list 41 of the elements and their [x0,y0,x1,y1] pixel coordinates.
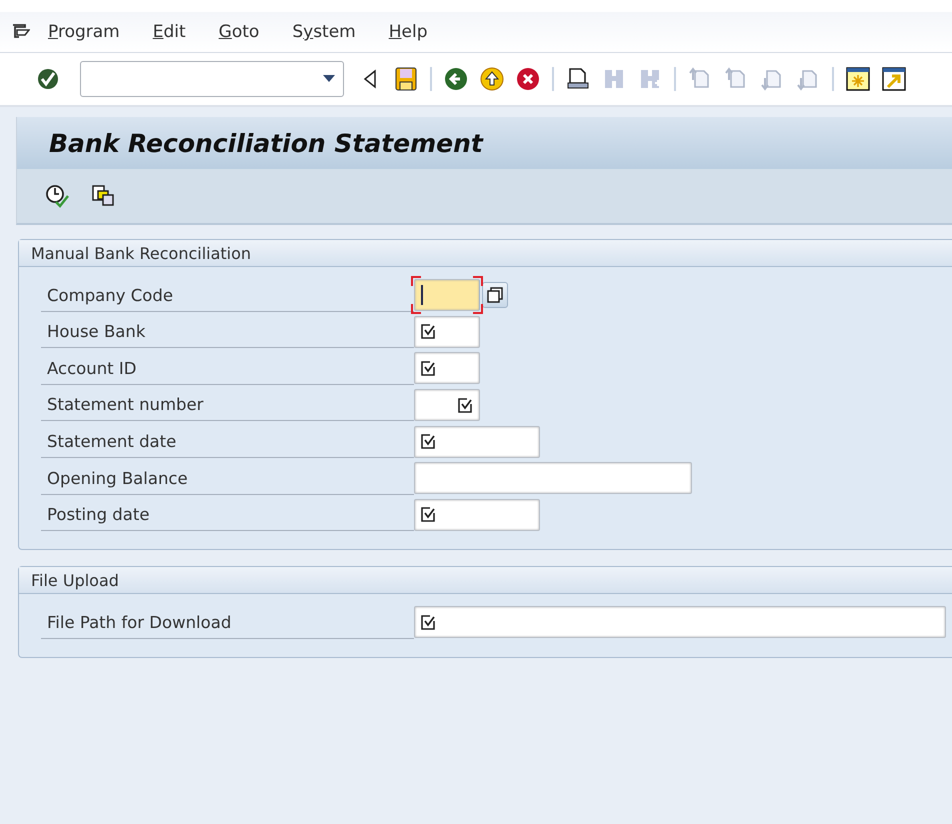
back-arrow-icon[interactable] [442,65,470,93]
field-label: Statement date [41,426,414,458]
input-field[interactable] [414,606,946,638]
new-window-icon[interactable] [844,65,872,93]
field-label: House Bank [41,316,414,348]
field-label: File Path for Download [41,606,414,639]
field-label: Posting date [41,499,414,532]
up-arrow-icon[interactable] [478,65,506,93]
checkbox-tick-icon [421,324,436,340]
menu-item[interactable]: Program [48,22,120,42]
input-field[interactable] [414,426,540,458]
input-field[interactable] [414,462,692,494]
menu-item[interactable]: Goto [218,22,260,42]
checkbox-tick-icon [421,434,436,450]
screen-title: Bank Reconciliation Statement [49,128,483,158]
checkbox-tick-icon [421,614,436,630]
input-field[interactable] [414,498,540,531]
shortcut-icon[interactable] [880,65,908,93]
value-help-button[interactable] [482,282,508,308]
group-title: Manual Bank Reconciliation [31,244,252,262]
command-field[interactable] [80,61,344,97]
menu-icon[interactable] [12,24,30,40]
field-label: Account ID [41,352,414,385]
clock-check-icon[interactable] [43,182,71,210]
cancel-icon[interactable] [514,65,542,93]
checkbox-tick-icon [421,507,436,522]
field-label: Company Code [41,280,414,312]
input-field[interactable] [414,316,480,348]
dropdown-icon[interactable] [323,75,335,83]
two-squares-icon [487,287,503,304]
menu-item[interactable]: System [292,22,356,42]
input-field[interactable] [414,352,480,384]
field-label: Statement number [41,389,414,422]
group-title: File Upload [31,570,119,590]
checkbox-tick-icon [421,360,436,376]
checkbox-tick-icon [458,398,473,413]
input-field[interactable] [414,389,480,422]
menu-item[interactable]: Help [388,22,428,42]
field-label: Opening Balance [41,462,414,495]
input-field[interactable] [414,279,480,312]
menu-item[interactable]: Edit [152,22,186,42]
